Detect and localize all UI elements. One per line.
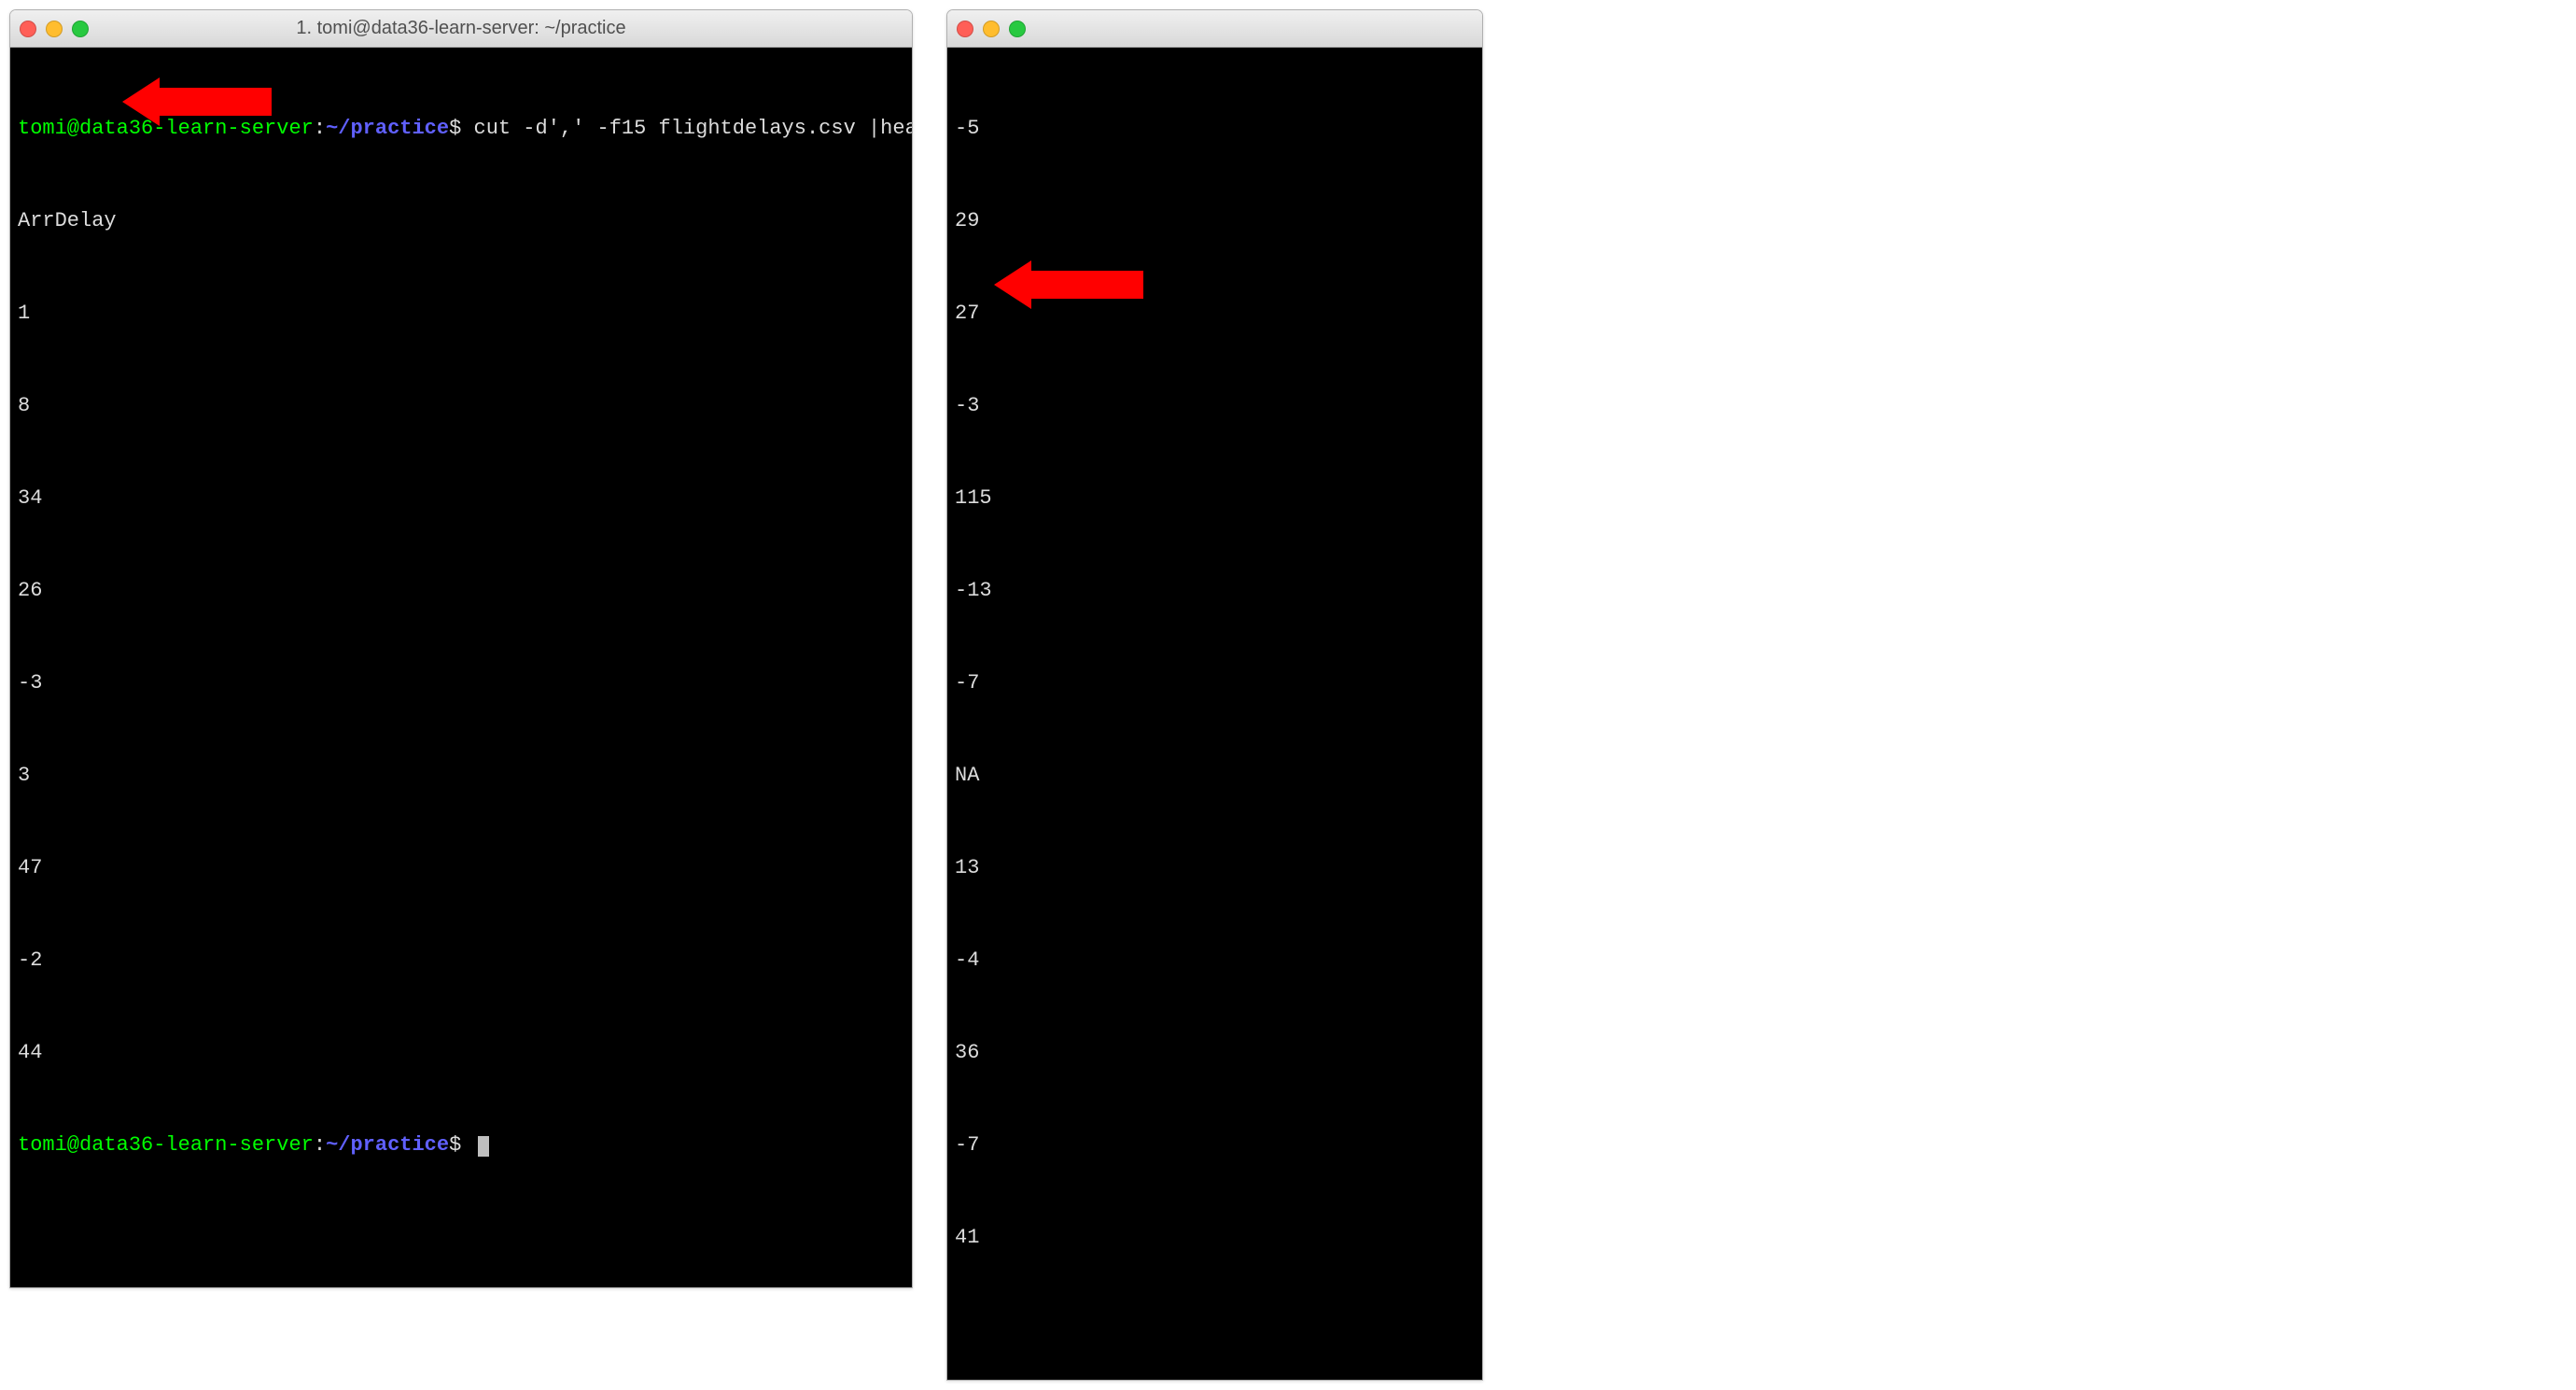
output-line: 13: [955, 852, 1475, 883]
output-line: -7: [955, 1130, 1475, 1160]
output-line: -3: [955, 390, 1475, 421]
prompt-dollar: $: [449, 1133, 461, 1157]
output-line: ArrDelay: [18, 205, 904, 236]
output-line: 1: [18, 298, 904, 329]
prompt-line: tomi@data36-learn-server:~/practice$: [18, 1130, 904, 1160]
output-line: 8: [18, 390, 904, 421]
output-line: 29: [955, 205, 1475, 236]
output-line: 115: [955, 483, 1475, 513]
prompt-colon: :: [314, 1133, 326, 1157]
prompt-path: ~/practice: [326, 1133, 449, 1157]
prompt-path: ~/practice: [326, 117, 449, 140]
terminal-body-left[interactable]: tomi@data36-learn-server:~/practice$ cut…: [10, 48, 912, 1287]
prompt-user: tomi@data36-learn-server: [18, 117, 314, 140]
minimize-icon[interactable]: [46, 21, 63, 37]
cursor-icon: [478, 1136, 489, 1157]
close-icon[interactable]: [957, 21, 973, 37]
command-text: cut -d',' -f15 flightdelays.csv |head: [474, 117, 913, 140]
maximize-icon[interactable]: [72, 21, 89, 37]
prompt-line: tomi@data36-learn-server:~/practice$ cut…: [18, 113, 904, 144]
output-line: 3: [18, 760, 904, 791]
traffic-lights: [957, 21, 1026, 37]
terminal-body-right[interactable]: -5 29 27 -3 115 -13 -7 NA 13 -4 36 -7 41: [947, 48, 1482, 1380]
output-line: -13: [955, 575, 1475, 606]
prompt-dollar: $: [449, 117, 461, 140]
arrow-shaft-icon: [1031, 271, 1143, 299]
arrow-shaft-icon: [160, 88, 272, 116]
titlebar-left[interactable]: 1. tomi@data36-learn-server: ~/practice: [10, 10, 912, 48]
output-line: 44: [18, 1037, 904, 1068]
titlebar-right[interactable]: [947, 10, 1482, 48]
terminal-window-right: -5 29 27 -3 115 -13 -7 NA 13 -4 36 -7 41: [946, 9, 1483, 1381]
output-line: 36: [955, 1037, 1475, 1068]
output-line: 47: [18, 852, 904, 883]
window-title: 1. tomi@data36-learn-server: ~/practice: [10, 18, 912, 39]
output-line: -3: [18, 667, 904, 698]
minimize-icon[interactable]: [983, 21, 1000, 37]
prompt-colon: :: [314, 117, 326, 140]
close-icon[interactable]: [20, 21, 36, 37]
output-line: 27: [955, 298, 1475, 329]
terminal-window-left: 1. tomi@data36-learn-server: ~/practice …: [9, 9, 913, 1288]
output-line: -2: [18, 945, 904, 976]
output-line: 26: [18, 575, 904, 606]
output-line: -4: [955, 945, 1475, 976]
output-line: 34: [18, 483, 904, 513]
traffic-lights: [20, 21, 89, 37]
output-line: -5: [955, 113, 1475, 144]
output-line: 41: [955, 1222, 1475, 1253]
output-line: -7: [955, 667, 1475, 698]
maximize-icon[interactable]: [1009, 21, 1026, 37]
prompt-user: tomi@data36-learn-server: [18, 1133, 314, 1157]
output-line: NA: [955, 760, 1475, 791]
